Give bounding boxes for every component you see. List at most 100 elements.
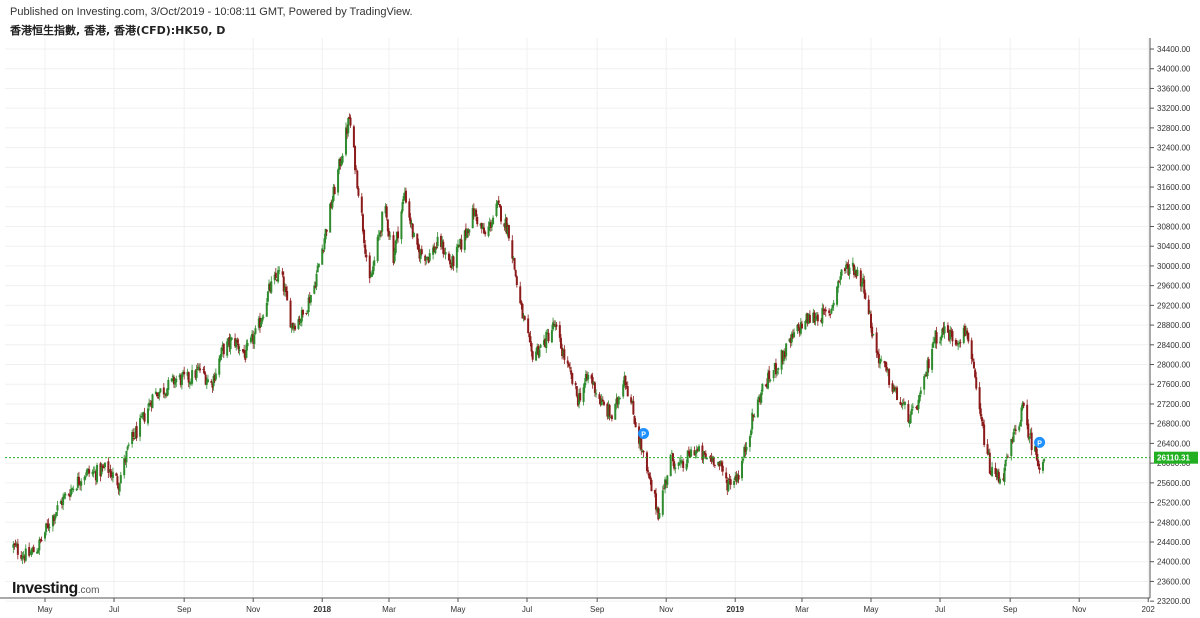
candle-down xyxy=(199,368,202,371)
candle-down xyxy=(800,323,803,329)
candle-down xyxy=(959,342,962,344)
candle-down xyxy=(523,316,526,320)
candle-up xyxy=(64,493,67,496)
candle-up xyxy=(793,332,796,337)
y-tick-label: 23200.00 xyxy=(1157,597,1191,606)
candle-up xyxy=(226,341,229,356)
candle-up xyxy=(931,348,934,370)
candle-up xyxy=(666,475,669,485)
y-tick-label: 29600.00 xyxy=(1157,282,1191,291)
candle-up xyxy=(159,388,162,393)
candle-down xyxy=(352,126,355,148)
candle-up xyxy=(238,349,241,351)
candle-down xyxy=(632,401,635,415)
candle-up xyxy=(998,479,1001,484)
candle-up xyxy=(495,203,498,217)
candle-down xyxy=(867,299,870,315)
candle-down xyxy=(387,230,390,237)
candle-up xyxy=(760,392,763,403)
candle-up xyxy=(206,379,209,383)
candle-down xyxy=(983,424,986,445)
candle-up xyxy=(180,374,183,386)
x-tick-label: Sep xyxy=(177,605,192,614)
candle-down xyxy=(301,309,304,315)
y-tick-label: 28400.00 xyxy=(1157,341,1191,350)
candle-up xyxy=(329,203,332,233)
candle-down xyxy=(162,387,165,395)
candle-down xyxy=(1014,429,1017,431)
candle-down xyxy=(102,466,105,468)
candle-up xyxy=(741,460,744,479)
candle-down xyxy=(157,396,160,399)
candle-up xyxy=(622,384,625,397)
candle-down xyxy=(28,547,31,556)
x-tick-label: Jul xyxy=(109,605,119,614)
marker-p-icon[interactable]: P xyxy=(638,428,650,440)
y-tick-label: 29200.00 xyxy=(1157,301,1191,310)
candle-up xyxy=(428,253,431,261)
marker-p-icon[interactable]: P xyxy=(1034,436,1046,448)
candle-down xyxy=(365,254,368,258)
y-tick-label: 24800.00 xyxy=(1157,518,1191,527)
candle-up xyxy=(761,383,764,392)
candle-up xyxy=(331,200,334,208)
candle-down xyxy=(183,371,186,375)
candle-down xyxy=(598,394,601,400)
candle-up xyxy=(315,273,318,287)
candle-down xyxy=(626,386,629,397)
candle-down xyxy=(971,359,974,361)
candle-up xyxy=(230,337,233,340)
candle-up xyxy=(595,393,598,395)
candle-down xyxy=(202,369,205,371)
candle-up xyxy=(923,376,926,390)
y-tick-label: 34400.00 xyxy=(1157,45,1191,54)
candle-up xyxy=(487,226,490,237)
candle-up xyxy=(733,481,736,485)
candle-up xyxy=(468,229,471,233)
candle-up xyxy=(400,211,403,240)
candle-down xyxy=(32,546,35,553)
candle-up xyxy=(1028,436,1031,439)
candle-down xyxy=(1026,404,1029,426)
candle-up xyxy=(127,444,130,446)
candle-up xyxy=(837,281,840,288)
candle-up xyxy=(323,238,326,250)
candle-up xyxy=(246,342,249,347)
candle-down xyxy=(610,415,613,420)
candle-up xyxy=(218,358,221,375)
candle-down xyxy=(863,279,866,294)
candle-down xyxy=(558,325,561,338)
candle-down xyxy=(385,206,388,218)
candle-down xyxy=(808,315,811,323)
candle-up xyxy=(75,488,78,491)
x-tick-label: 2019 xyxy=(726,605,744,614)
x-tick-label: Mar xyxy=(795,605,809,614)
candle-down xyxy=(1006,456,1009,458)
candle-up xyxy=(191,370,194,384)
candle-up xyxy=(253,334,256,345)
candle-up xyxy=(261,317,264,322)
x-tick-label: Sep xyxy=(590,605,605,614)
x-tick-label: Nov xyxy=(1072,605,1086,614)
y-tick-label: 27200.00 xyxy=(1157,400,1191,409)
candle-up xyxy=(37,550,40,553)
candle-up xyxy=(772,370,775,379)
y-tick-label: 25600.00 xyxy=(1157,479,1191,488)
candle-up xyxy=(750,430,753,436)
candle-up xyxy=(868,312,871,314)
candle-up xyxy=(690,449,693,457)
candle-up xyxy=(685,463,688,470)
candle-up xyxy=(55,511,58,516)
candle-down xyxy=(354,146,357,171)
candle-down xyxy=(475,209,478,216)
candle-down xyxy=(417,243,420,250)
y-tick-label: 32800.00 xyxy=(1157,124,1191,133)
candle-up xyxy=(266,291,269,302)
candle-down xyxy=(135,426,138,438)
candle-up xyxy=(1043,459,1046,462)
y-tick-label: 23600.00 xyxy=(1157,577,1191,586)
candle-up xyxy=(72,488,75,491)
candle-up xyxy=(550,330,553,343)
candle-up xyxy=(583,382,586,388)
candle-up xyxy=(141,416,144,418)
